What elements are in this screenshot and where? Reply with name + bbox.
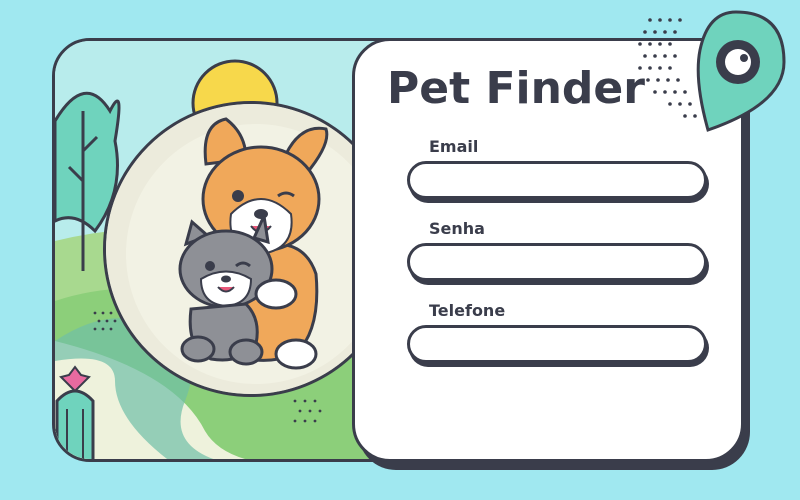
email-label: Email bbox=[429, 137, 479, 156]
pet-finder-screen: Pet Finder Email Senha Telefone bbox=[0, 0, 800, 500]
email-input[interactable] bbox=[407, 161, 707, 199]
phone-input[interactable] bbox=[407, 325, 707, 363]
password-label: Senha bbox=[429, 219, 485, 238]
login-form-panel: Pet Finder Email Senha Telefone bbox=[352, 38, 744, 462]
email-field-group: Email bbox=[407, 137, 711, 199]
phone-label: Telefone bbox=[429, 301, 506, 320]
app-title: Pet Finder bbox=[387, 63, 645, 114]
password-field-group: Senha bbox=[407, 219, 711, 281]
password-input[interactable] bbox=[407, 243, 707, 281]
phone-field-group: Telefone bbox=[407, 301, 711, 363]
